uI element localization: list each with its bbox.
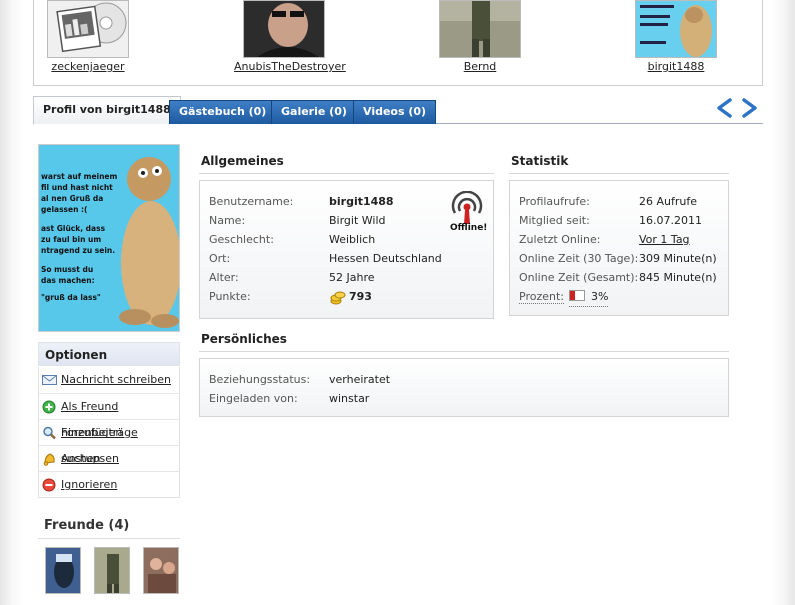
member-since-value: 16.07.2011 [639,214,702,227]
section-title-stats: Statistik [511,154,569,168]
user-photo [440,1,520,57]
field-label: Ort: [209,252,231,265]
percent-value: 3% [590,290,609,303]
profile-avatar[interactable]: warst auf meinem fil und hast nicht al n… [38,144,180,332]
friends-heading: Freunde (4) [44,518,130,533]
personal-info-box: Beziehungsstatus: verheiratet Eingeladen… [199,358,729,417]
friend-avatar[interactable] [45,547,81,594]
tab-guestbook[interactable]: Gästebuch (0) [169,100,277,124]
divider [199,351,729,352]
field-label: Geschlecht: [209,233,274,246]
option-add-friend[interactable]: Als Freund hinzufügen [39,393,179,439]
percent-bar [569,290,586,301]
user-link[interactable]: zeckenjaeger [38,60,138,73]
field-label: Profilaufrufe: [519,195,590,208]
percent-indicator[interactable]: 3% [569,287,609,307]
option-poke[interactable]: Anstupsen [39,445,179,471]
user-link[interactable]: AnubisTheDestroyer [234,60,346,73]
user-card[interactable]: AnubisTheDestroyer [234,0,346,73]
field-label: Eingeladen von: [209,392,298,405]
add-friend-icon [42,400,56,414]
bell-icon [43,453,55,466]
section-title-personal: Persönliches [201,332,287,346]
field-label: Punkte: [209,290,251,303]
user-card[interactable]: birgit1488 [626,0,726,73]
option-send-message[interactable]: Nachricht schreiben [39,367,179,393]
option-search-posts[interactable]: Forenbeiträge suchen [39,419,179,465]
age-value: 52 Jahre [329,271,375,284]
location-value: Hessen Deutschland [329,252,442,265]
online-time-total-value: 845 Minute(n) [639,271,717,284]
offline-status-label: Offline! [450,223,488,233]
no-photo-icon [48,1,128,57]
user-photo [244,1,324,57]
field-label: Online Zeit (30 Tage): [519,252,639,265]
field-label: Beziehungsstatus: [209,373,311,386]
profile-picture-caption: warst auf meinem fil und hast nicht al n… [41,172,118,302]
profile-views-value: 26 Aufrufe [639,195,697,208]
user-strip: zeckenjaeger AnubisTheDestroyer Bernd bi… [33,0,763,86]
points-value: 793 [349,290,372,303]
field-label: Name: [209,214,246,227]
friend-avatar[interactable] [94,547,130,594]
option-ignore[interactable]: Ignorieren [39,471,179,497]
user-card[interactable]: zeckenjaeger [38,0,138,73]
field-label: Prozent: [519,290,564,304]
magnifier-icon [43,426,56,440]
arrow-right-icon[interactable] [741,98,759,118]
user-photo [636,1,716,57]
field-label: Online Zeit (Gesamt): [519,271,639,284]
envelope-icon [42,375,57,385]
tab-videos[interactable]: Videos (0) [353,100,437,124]
field-label: Zuletzt Online: [519,233,601,246]
field-label: Benutzername: [209,195,294,208]
online-time-30-value: 309 Minute(n) [639,252,717,265]
user-avatar[interactable] [243,0,325,58]
user-link[interactable]: Bernd [430,60,530,73]
arrow-left-icon[interactable] [715,98,733,118]
user-avatar[interactable] [47,0,129,58]
profile-tabs: Profil von birgit1488 Gästebuch (0) Gale… [33,96,763,125]
field-label: Alter: [209,271,239,284]
name-value: Birgit Wild [329,214,386,227]
user-avatar[interactable] [439,0,521,58]
options-list: Nachricht schreiben Als Freund hinzufüge… [38,367,180,498]
general-info-box: Benutzername: birgit1488 Name: Birgit Wi… [199,180,494,319]
friend-avatar[interactable] [143,547,179,594]
field-label: Mitglied seit: [519,214,590,227]
invited-by-value: winstar [329,392,370,405]
divider [509,173,729,174]
user-link[interactable]: birgit1488 [626,60,726,73]
stats-box: Profilaufrufe: 26 Aufrufe Mitglied seit:… [509,180,729,316]
last-online-value[interactable]: Vor 1 Tag [639,230,690,249]
tab-gallery[interactable]: Galerie (0) [271,100,357,124]
percent-row[interactable]: Prozent: 3% [519,287,609,307]
section-title-general: Allgemeines [201,154,284,168]
stop-icon [42,478,56,492]
relationship-value: verheiratet [329,373,391,386]
divider [199,173,494,174]
options-heading: Optionen [38,342,180,366]
percent-bar-fill [570,291,576,300]
tab-profile[interactable]: Profil von birgit1488 [33,96,181,125]
username-value: birgit1488 [329,195,394,208]
user-card[interactable]: Bernd [430,0,530,73]
divider [38,538,180,539]
gender-value: Weiblich [329,233,376,246]
user-avatar[interactable] [635,0,717,58]
coins-icon [330,291,346,305]
offline-status-icon [451,191,483,224]
